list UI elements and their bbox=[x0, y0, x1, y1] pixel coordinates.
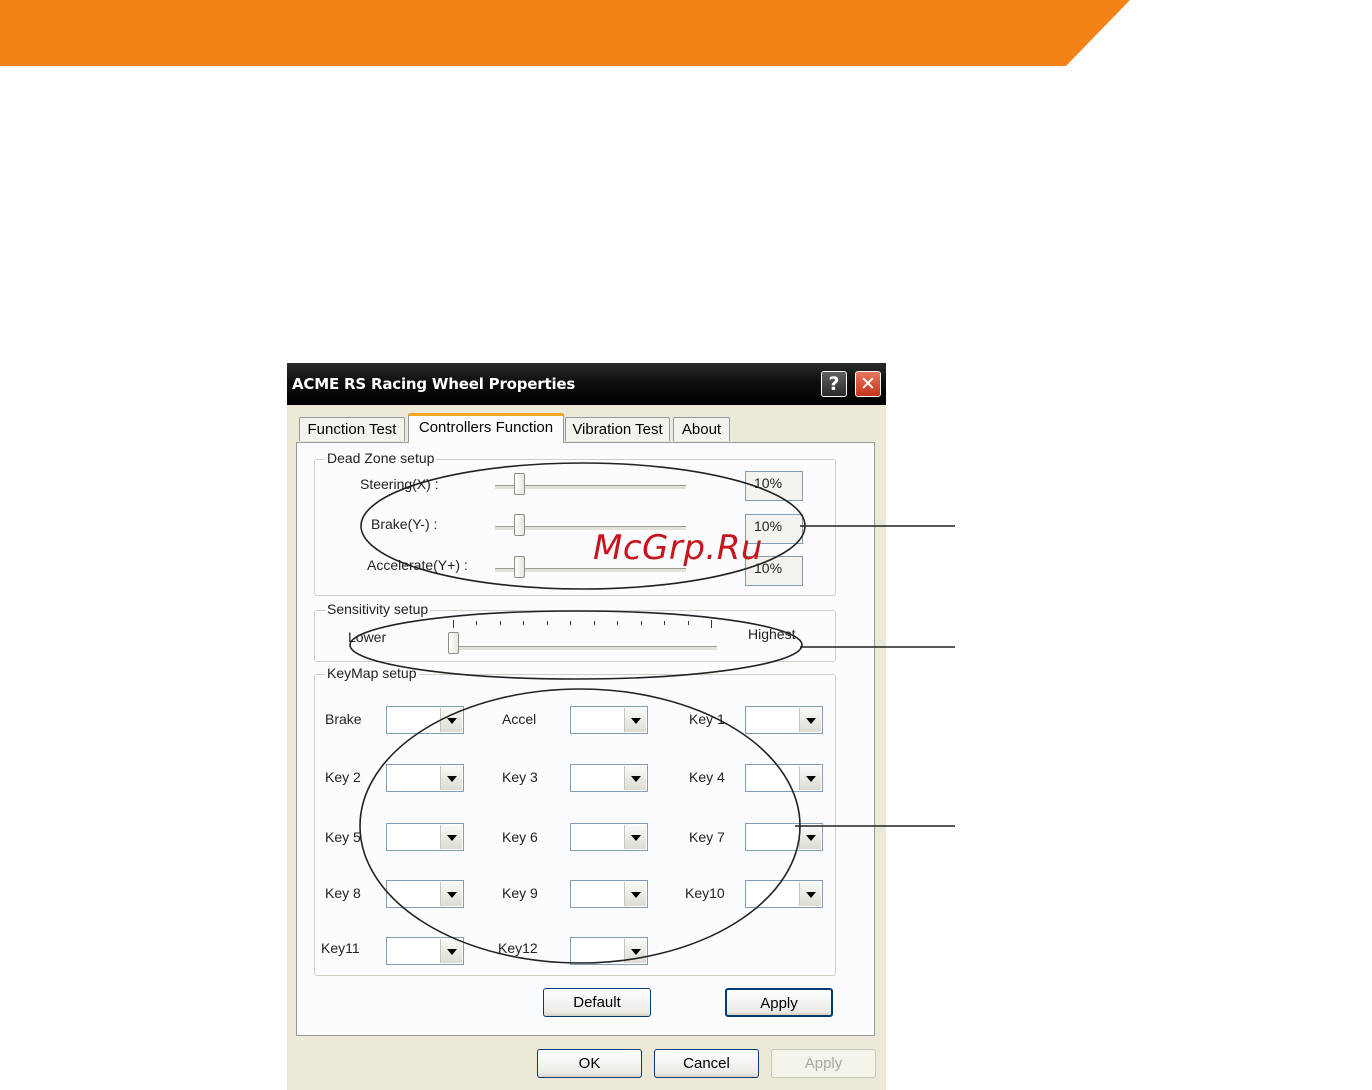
keymap-label: Key 1 bbox=[689, 711, 725, 727]
sensitivity-track bbox=[451, 646, 717, 651]
keymap-label: Accel bbox=[502, 711, 537, 727]
sensitivity-tick bbox=[664, 621, 665, 625]
chevron-down-icon[interactable] bbox=[799, 882, 821, 906]
chevron-down-icon[interactable] bbox=[799, 825, 821, 849]
keymap-label: Key10 bbox=[685, 885, 725, 901]
chevron-down-icon[interactable] bbox=[624, 882, 646, 906]
sensitivity-tick bbox=[711, 620, 712, 628]
keymap-combo[interactable] bbox=[386, 706, 464, 734]
dialog-title: ACME RS Racing Wheel Properties bbox=[292, 375, 576, 393]
keymap-combo[interactable] bbox=[570, 937, 648, 965]
help-button[interactable]: ? bbox=[821, 371, 847, 397]
sensitivity-tick bbox=[617, 621, 618, 625]
accelerate-slider[interactable] bbox=[514, 556, 525, 578]
keymap-combo[interactable] bbox=[570, 764, 648, 792]
keymap-label: Key 9 bbox=[502, 885, 538, 901]
title-bar[interactable]: ACME RS Racing Wheel Properties ? ✕ bbox=[287, 363, 886, 405]
cancel-button[interactable]: Cancel bbox=[654, 1049, 759, 1078]
keymap-combo[interactable] bbox=[745, 823, 823, 851]
sensitivity-tick bbox=[570, 621, 571, 625]
header-band bbox=[0, 0, 1130, 66]
keymap-label: Key 7 bbox=[689, 829, 725, 845]
chevron-down-icon[interactable] bbox=[440, 939, 462, 963]
ok-button[interactable]: OK bbox=[537, 1049, 642, 1078]
help-icon: ? bbox=[828, 373, 840, 395]
keymap-combo[interactable] bbox=[386, 764, 464, 792]
sensitivity-tick bbox=[641, 621, 642, 625]
sensitivity-slider[interactable] bbox=[448, 632, 459, 654]
keymap-combo[interactable] bbox=[386, 823, 464, 851]
keymap-combo[interactable] bbox=[745, 764, 823, 792]
dead-zone-title: Dead Zone setup bbox=[325, 450, 437, 466]
sensitivity-highest-label: Highest bbox=[748, 626, 796, 642]
keymap-label: Key11 bbox=[321, 940, 360, 956]
sensitivity-tick bbox=[594, 621, 595, 625]
brake-label: Brake(Y-) : bbox=[371, 516, 438, 532]
keymap-combo[interactable] bbox=[386, 880, 464, 908]
chevron-down-icon[interactable] bbox=[624, 825, 646, 849]
tab-vibration-test[interactable]: Vibration Test bbox=[565, 417, 670, 441]
steering-label: Steering(X) : bbox=[360, 476, 439, 492]
tab-panel: Dead Zone setup Steering(X) : 10% Brake(… bbox=[296, 442, 875, 1036]
keymap-label: Key 8 bbox=[325, 885, 361, 901]
chevron-down-icon[interactable] bbox=[440, 882, 462, 906]
close-icon: ✕ bbox=[860, 373, 876, 395]
chevron-down-icon[interactable] bbox=[624, 766, 646, 790]
keymap-combo[interactable] bbox=[570, 706, 648, 734]
tab-function-test[interactable]: Function Test bbox=[299, 417, 405, 441]
properties-dialog: ACME RS Racing Wheel Properties ? ✕ Func… bbox=[287, 363, 886, 1090]
chevron-down-icon[interactable] bbox=[624, 939, 646, 963]
keymap-combo[interactable] bbox=[745, 706, 823, 734]
accelerate-label: Accelerate(Y+) : bbox=[367, 557, 468, 573]
sensitivity-lower-label: Lower bbox=[348, 629, 387, 645]
keymap-combo[interactable] bbox=[570, 823, 648, 851]
panel-apply-button[interactable]: Apply bbox=[725, 988, 833, 1017]
chevron-down-icon[interactable] bbox=[440, 825, 462, 849]
keymap-combo[interactable] bbox=[386, 937, 464, 965]
sensitivity-tick bbox=[547, 621, 548, 625]
steering-slider[interactable] bbox=[514, 473, 525, 495]
keymap-label: Key 6 bbox=[502, 829, 538, 845]
chevron-down-icon[interactable] bbox=[440, 766, 462, 790]
sensitivity-tick bbox=[688, 621, 689, 625]
sensitivity-tick bbox=[453, 620, 454, 628]
sensitivity-group: Sensitivity setup Lower Highest bbox=[314, 601, 836, 662]
chevron-down-icon[interactable] bbox=[440, 708, 462, 732]
chevron-down-icon[interactable] bbox=[799, 708, 821, 732]
keymap-label: Key 5 bbox=[325, 829, 361, 845]
sensitivity-tick bbox=[500, 621, 501, 625]
keymap-label: Brake bbox=[325, 711, 362, 727]
brake-slider[interactable] bbox=[514, 514, 525, 536]
close-button[interactable]: ✕ bbox=[855, 371, 881, 397]
tab-controllers-function[interactable]: Controllers Function bbox=[408, 413, 564, 443]
keymap-title: KeyMap setup bbox=[325, 665, 419, 681]
steering-value: 10% bbox=[745, 471, 803, 501]
keymap-combo[interactable] bbox=[570, 880, 648, 908]
keymap-label: Key 4 bbox=[689, 769, 725, 785]
sensitivity-title: Sensitivity setup bbox=[325, 601, 431, 617]
sensitivity-tick bbox=[476, 621, 477, 625]
chevron-down-icon[interactable] bbox=[799, 766, 821, 790]
keymap-combo[interactable] bbox=[745, 880, 823, 908]
keymap-label: Key 3 bbox=[502, 769, 538, 785]
chevron-down-icon[interactable] bbox=[624, 708, 646, 732]
default-button[interactable]: Default bbox=[543, 988, 651, 1017]
tab-about[interactable]: About bbox=[673, 417, 730, 441]
footer-apply-button: Apply bbox=[771, 1049, 876, 1078]
keymap-group: KeyMap setup Brake Accel Key 1 Key 2 Key… bbox=[314, 665, 836, 976]
sensitivity-tick bbox=[523, 621, 524, 625]
keymap-label: Key12 bbox=[498, 940, 538, 956]
keymap-label: Key 2 bbox=[325, 769, 361, 785]
watermark-text: McGrp.Ru bbox=[593, 528, 763, 568]
